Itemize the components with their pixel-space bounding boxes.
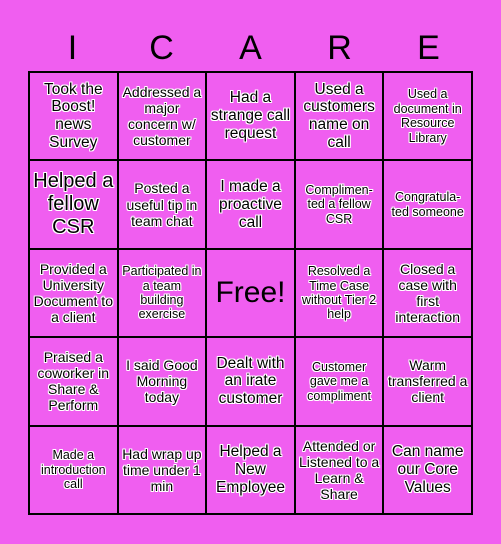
free-space-text: Free! [215, 275, 286, 309]
bingo-cell[interactable]: Complimen-ted a fellow CSR [295, 161, 383, 248]
bingo-cell[interactable]: I said Good Morning today [118, 338, 206, 425]
bingo-cell[interactable]: Used a customers name on call [295, 73, 383, 160]
cell-text: Customer gave me a compliment [307, 359, 372, 403]
bingo-cell[interactable]: Provided a University Document to a clie… [30, 249, 117, 337]
bingo-cell[interactable]: Took the Boost! news Survey [30, 73, 117, 160]
cell-text: Helped a fellow CSR [33, 170, 114, 239]
bingo-cell[interactable]: Attended or Listened to a Learn & Share [295, 426, 383, 513]
cell-text: Praised a coworker in Share & Perform [37, 349, 110, 414]
bingo-cell[interactable]: Used a document in Resource Library [384, 73, 471, 160]
cell-text: I made a proactive call [219, 177, 282, 231]
bingo-cell[interactable]: Resolved a Time Case without Tier 2 help [295, 249, 383, 337]
bingo-cell[interactable]: Congratula-ted someone [384, 161, 471, 248]
header-letter-c: C [149, 29, 174, 67]
header-letter-i: I [67, 29, 78, 67]
cell-text: Made a introduction call [40, 448, 106, 491]
bingo-cell[interactable]: Addressed a major concern w/ customer [118, 73, 206, 160]
free-space-cell[interactable]: Free! [207, 249, 294, 337]
bingo-header: I C A R E [28, 28, 473, 68]
cell-text: Participated in a team building exercise [122, 264, 202, 322]
cell-text: Took the Boost! news Survey [43, 80, 103, 151]
bingo-cell[interactable]: Warm transferred a client [384, 338, 471, 425]
bingo-cell[interactable]: Had a strange call request [207, 73, 294, 160]
bingo-cell[interactable]: Helped a fellow CSR [30, 161, 117, 248]
cell-text: Used a document in Resource Library [393, 87, 462, 145]
bingo-cell[interactable]: Posted a useful tip in team chat [118, 161, 206, 248]
cell-text: Warm transferred a client [388, 357, 468, 406]
cell-text: Can name our Core Values [391, 443, 464, 496]
cell-text: Had a strange call request [210, 89, 291, 143]
cell-text: Addressed a major concern w/ customer [122, 84, 202, 149]
cell-text: Provided a University Document to a clie… [33, 260, 113, 326]
cell-text: Attended or Listened to a Learn & Share [299, 437, 380, 502]
bingo-cell[interactable]: Praised a coworker in Share & Perform [30, 338, 117, 425]
cell-text: Congratula-ted someone [391, 190, 464, 219]
cell-text: I said Good Morning today [126, 357, 198, 406]
cell-text: Had wrap up time under 1 min [122, 445, 202, 494]
bingo-cell[interactable]: Helped a New Employee [207, 426, 294, 513]
bingo-board: Took the Boost! news Survey Addressed a … [28, 71, 473, 515]
bingo-cell[interactable]: Had wrap up time under 1 min [118, 426, 206, 513]
header-letter-e: E [417, 29, 440, 67]
bingo-cell[interactable]: I made a proactive call [207, 161, 294, 248]
cell-text: Helped a New Employee [216, 443, 285, 496]
cell-text: Dealt with an irate customer [216, 354, 285, 408]
header-letter-r: R [327, 29, 352, 67]
cell-text: Resolved a Time Case without Tier 2 help [301, 264, 377, 322]
bingo-cell[interactable]: Closed a case with first interaction [384, 249, 471, 337]
cell-text: Used a customers name on call [303, 80, 375, 151]
cell-text: Posted a useful tip in team chat [126, 180, 198, 229]
bingo-cell[interactable]: Can name our Core Values [384, 426, 471, 513]
header-letter-a: A [239, 29, 262, 67]
bingo-cell[interactable]: Participated in a team building exercise [118, 249, 206, 337]
bingo-cell[interactable]: Customer gave me a compliment [295, 338, 383, 425]
cell-text: Complimen-ted a fellow CSR [305, 183, 373, 226]
bingo-cell[interactable]: Dealt with an irate customer [207, 338, 294, 425]
cell-text: Closed a case with first interaction [395, 260, 460, 326]
bingo-cell[interactable]: Made a introduction call [30, 426, 117, 513]
